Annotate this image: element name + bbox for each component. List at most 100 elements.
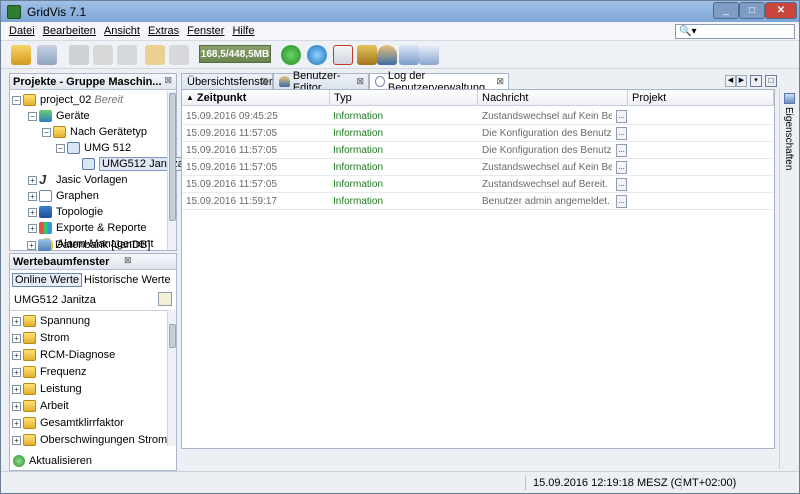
column-header-projekt[interactable]: Projekt <box>628 90 774 106</box>
tab-scroll-right-button[interactable]: ▶ <box>736 75 747 87</box>
table-row[interactable]: 15.09.2016 11:57:05 Information Zustands… <box>182 159 774 176</box>
tab-log-benutzerverwaltung[interactable]: Log der Benutzerverwaltung ⊠ <box>369 70 509 94</box>
table-row[interactable]: 15.09.2016 09:45:25 Information Zustands… <box>182 108 774 125</box>
tools-icon[interactable] <box>357 45 377 65</box>
folder-icon <box>23 349 36 361</box>
tree-item-exporte[interactable]: + Exporte & Reporte <box>28 220 147 236</box>
close-icon[interactable]: ⊠ <box>164 75 172 86</box>
maximize-button[interactable]: □ <box>739 2 765 19</box>
expand-icon[interactable]: + <box>12 401 21 411</box>
value-item[interactable]: + RCM-Diagnose <box>12 347 115 363</box>
details-button[interactable]: ... <box>616 127 627 140</box>
expand-icon[interactable]: + <box>28 207 37 217</box>
tab-historische-werte[interactable]: Historische Werte <box>84 274 171 286</box>
expand-icon[interactable]: + <box>12 333 21 343</box>
memory-indicator[interactable]: 168,5/448,5MB <box>199 45 271 63</box>
collapse-icon[interactable]: − <box>28 111 37 121</box>
tree-item-project[interactable]: − project_02 Bereit <box>12 92 123 108</box>
cut-icon[interactable] <box>69 45 89 65</box>
value-item[interactable]: + Strom <box>12 330 69 346</box>
expand-icon[interactable]: + <box>12 418 21 428</box>
menu-hilfe[interactable]: Hilfe <box>228 25 258 37</box>
scroll-thumb[interactable] <box>169 324 176 348</box>
value-item[interactable]: + Frequenz <box>12 364 86 380</box>
column-header-zeitpunkt[interactable]: ▲ Zeitpunkt <box>182 90 330 106</box>
menu-bearbeiten[interactable]: Bearbeiten <box>39 25 100 37</box>
close-icon[interactable]: ⊠ <box>356 76 364 87</box>
tab-benutzer-editor[interactable]: Benutzer-Editor ⊠ <box>273 70 369 94</box>
expand-icon[interactable]: + <box>12 384 21 394</box>
tab-list-button[interactable]: ▾ <box>750 75 762 87</box>
expand-icon[interactable]: + <box>27 240 36 250</box>
tree-scrollbar[interactable] <box>167 91 176 250</box>
minimize-button[interactable]: _ <box>713 2 739 19</box>
refresh-button[interactable]: Aktualisieren <box>13 453 92 469</box>
expand-icon[interactable]: + <box>28 223 37 233</box>
undo-icon[interactable] <box>145 45 165 65</box>
user-icon[interactable] <box>377 45 397 65</box>
column-header-typ[interactable]: Typ <box>330 90 478 106</box>
scroll-thumb[interactable] <box>169 93 176 221</box>
tree-item-nach-geraetetyp[interactable]: − Nach Gerätetyp <box>42 124 147 140</box>
search-input[interactable]: 🔍▾ <box>675 24 795 39</box>
tree-item-jasic[interactable]: + J Jasic Vorlagen <box>28 172 128 188</box>
device-selector[interactable]: UMG512 Janitza <box>12 292 174 308</box>
table-row[interactable]: 15.09.2016 11:57:05 Information Zustands… <box>182 176 774 193</box>
search-icon[interactable] <box>158 292 172 306</box>
value-item[interactable]: + Arbeit <box>12 398 69 414</box>
properties-tab[interactable]: Eigenschaften <box>783 107 794 170</box>
tab-online-werte[interactable]: Online Werte <box>12 273 82 287</box>
tree-item-umg512[interactable]: − UMG 512 <box>56 140 131 156</box>
collapse-icon[interactable]: − <box>42 127 51 137</box>
value-item[interactable]: + Gesamtklirrfaktor <box>12 415 124 431</box>
table-row[interactable]: 15.09.2016 11:57:05 Information Die Konf… <box>182 142 774 159</box>
sync-icon[interactable] <box>307 45 327 65</box>
maximize-editor-button[interactable]: □ <box>765 75 777 87</box>
menu-extras[interactable]: Extras <box>144 25 183 37</box>
close-icon[interactable]: ⊠ <box>496 76 504 87</box>
expand-icon[interactable]: + <box>28 175 37 185</box>
menu-datei[interactable]: Datei <box>5 25 39 37</box>
table-row[interactable]: 15.09.2016 11:59:17 Information Benutzer… <box>182 193 774 210</box>
expand-icon[interactable]: + <box>12 316 21 326</box>
copy-icon[interactable] <box>93 45 113 65</box>
close-icon[interactable]: ⊠ <box>124 255 132 266</box>
tab-uebersichtsfenster[interactable]: Übersichtsfenster ⊠ <box>181 73 273 89</box>
new-project-icon[interactable] <box>11 45 31 65</box>
table-row[interactable]: 15.09.2016 11:57:05 Information Die Konf… <box>182 125 774 142</box>
open-project-icon[interactable] <box>37 45 57 65</box>
tree-item-datenbank[interactable]: + Datenbank [JanDB] <box>27 237 167 253</box>
column-header-nachricht[interactable]: Nachricht <box>478 90 628 106</box>
menu-ansicht[interactable]: Ansicht <box>100 25 144 37</box>
redo-icon[interactable] <box>169 45 189 65</box>
view-icon[interactable] <box>399 45 419 65</box>
close-icon[interactable]: ⊠ <box>260 76 268 87</box>
details-button[interactable]: ... <box>616 195 627 208</box>
properties-icon[interactable] <box>784 93 795 104</box>
value-item[interactable]: + Spannung <box>12 313 90 329</box>
details-button[interactable]: ... <box>616 144 627 157</box>
collapse-icon[interactable]: − <box>56 143 65 153</box>
details-button[interactable]: ... <box>616 161 627 174</box>
expand-icon[interactable]: + <box>12 367 21 377</box>
expand-icon[interactable]: + <box>28 191 37 201</box>
details-button[interactable]: ... <box>616 178 627 191</box>
details-button[interactable]: ... <box>616 110 627 123</box>
expand-icon[interactable]: + <box>12 435 21 445</box>
export-icon[interactable] <box>333 45 353 65</box>
collapse-icon[interactable]: − <box>12 95 21 105</box>
paste-icon[interactable] <box>117 45 137 65</box>
value-item[interactable]: + Oberschwingungen Strom <box>12 432 167 446</box>
tree-item-geraete[interactable]: − Geräte <box>28 108 90 124</box>
expand-icon[interactable]: + <box>12 350 21 360</box>
online-status-icon[interactable] <box>281 45 301 65</box>
menu-fenster[interactable]: Fenster <box>183 25 228 37</box>
values-scrollbar[interactable] <box>167 310 176 446</box>
value-item[interactable]: + Leistung <box>12 381 82 397</box>
tab-scroll-left-button[interactable]: ◀ <box>725 75 736 87</box>
tree-item-graphen[interactable]: + Graphen <box>28 188 99 204</box>
window-icon[interactable] <box>419 45 439 65</box>
values-panel: Wertebaumfenster ⊠ Online Werte Historis… <box>9 253 177 471</box>
tree-item-topologie[interactable]: + Topologie <box>28 204 103 220</box>
close-button[interactable]: ✕ <box>765 2 797 19</box>
